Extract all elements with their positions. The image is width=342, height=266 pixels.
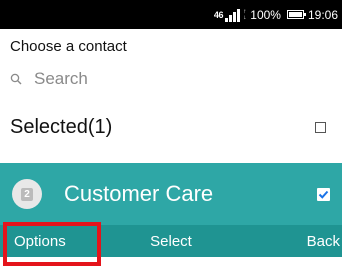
page-title: Choose a contact — [10, 38, 127, 55]
checkmark-icon — [318, 190, 329, 199]
selected-filter-row[interactable]: Selected(1) — [10, 113, 326, 141]
search-field[interactable]: Search — [10, 67, 88, 91]
back-softkey[interactable]: Back — [307, 225, 340, 257]
softkey-bar: Select Options Back — [0, 225, 342, 257]
network-type-label: 46 — [213, 9, 224, 20]
selected-checkbox[interactable] — [315, 121, 326, 133]
avatar: 2 — [12, 179, 42, 209]
options-softkey[interactable]: Options — [14, 225, 66, 257]
bottom-strip — [0, 257, 342, 266]
status-indicators: 46 ↑ ↓ 100% 19:06 — [214, 0, 338, 29]
search-icon — [10, 73, 22, 85]
contact-name: Customer Care — [64, 181, 214, 206]
clock: 19:06 — [307, 7, 338, 22]
battery-percent: 100% — [250, 7, 281, 22]
contact-checkbox[interactable] — [317, 188, 330, 201]
data-transfer-icon: ↑ ↓ — [243, 8, 247, 21]
signal-strength-icon — [225, 8, 241, 22]
selected-count-label: Selected(1) — [10, 115, 113, 138]
avatar-number: 2 — [21, 187, 33, 201]
contact-list-item[interactable]: 2 Customer Care — [0, 163, 342, 225]
status-bar: 46 ↑ ↓ 100% 19:06 — [0, 0, 342, 29]
search-placeholder: Search — [34, 69, 88, 88]
battery-icon — [286, 10, 306, 19]
